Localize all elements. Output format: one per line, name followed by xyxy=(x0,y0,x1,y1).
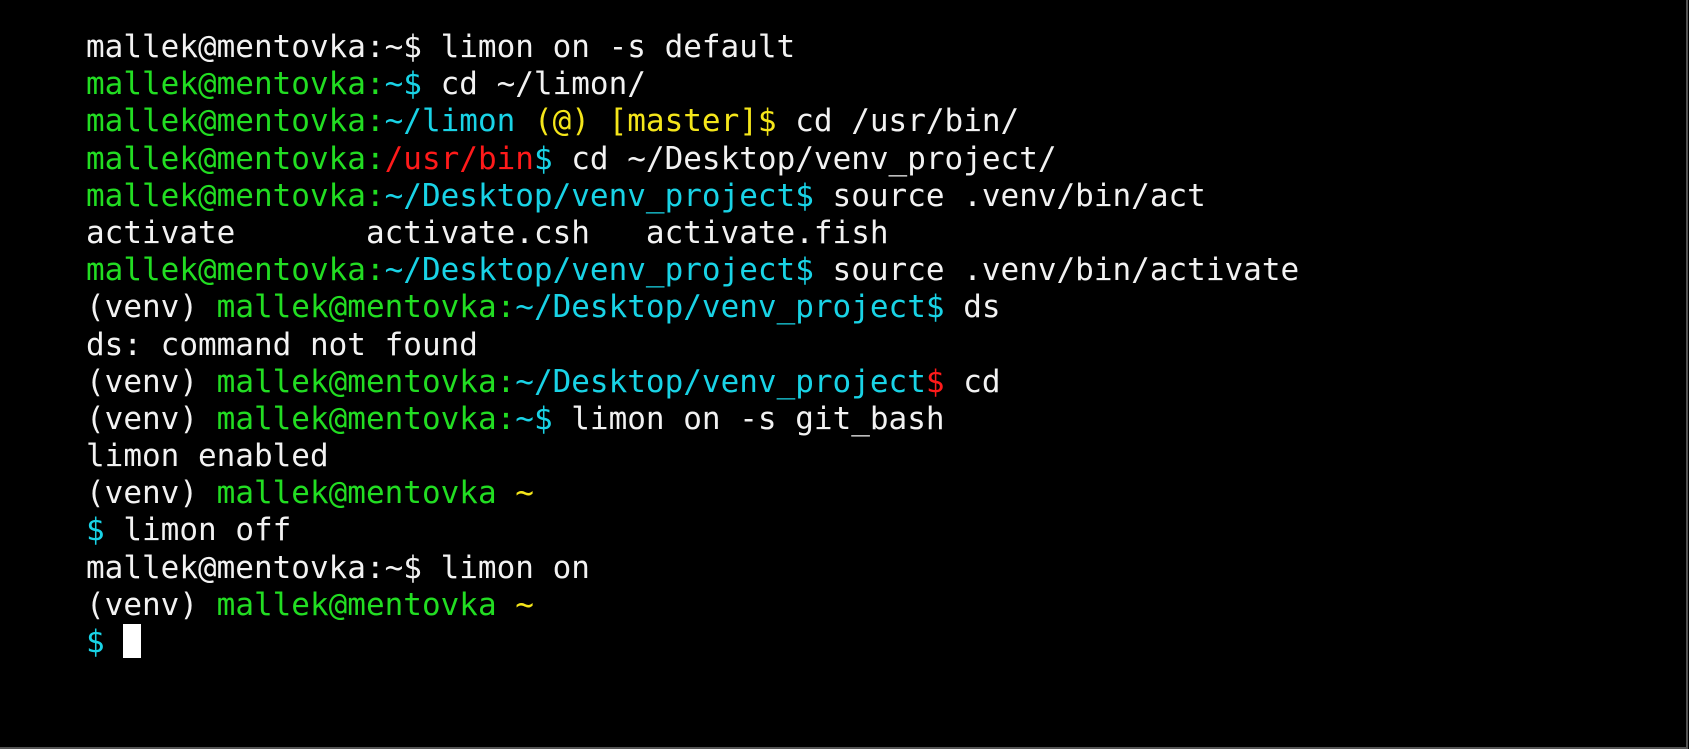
terminal-text-segment: mallek@mentovka: xyxy=(216,289,516,326)
terminal-text-segment: (@) [master]$ xyxy=(533,103,777,140)
terminal-line: mallek@mentovka:/usr/bin$ cd ~/Desktop/v… xyxy=(86,141,1299,178)
terminal-text-segment: mallek@mentovka xyxy=(216,586,516,623)
terminal-line: (venv) mallek@mentovka:~$ limon on -s gi… xyxy=(86,401,1299,438)
terminal-text-segment: ~/limon xyxy=(384,103,534,140)
terminal-line: ds: command not found xyxy=(86,327,1299,364)
terminal-text-segment: ~$ xyxy=(515,400,553,437)
terminal-line: mallek@mentovka:~/limon (@) [master]$ cd… xyxy=(86,103,1299,140)
terminal-text-segment: cd ~/limon/ xyxy=(421,66,646,103)
terminal-line: mallek@mentovka:~$ limon on xyxy=(86,550,1299,587)
terminal-line: mallek@mentovka:~$ cd ~/limon/ xyxy=(86,66,1299,103)
terminal-line: (venv) mallek@mentovka:~/Desktop/venv_pr… xyxy=(86,364,1299,401)
terminal-text-segment: /usr/bin xyxy=(384,140,534,177)
terminal-line: $ xyxy=(86,624,1299,661)
terminal-line: (venv) mallek@mentovka ~ xyxy=(86,475,1299,512)
terminal-text-segment: cd /usr/bin/ xyxy=(776,103,1020,140)
terminal-text-segment: mallek@mentovka: xyxy=(86,252,385,289)
terminal-text-segment: $ xyxy=(925,363,945,400)
terminal-text-segment: ~ xyxy=(515,475,534,512)
terminal-line: $ limon off xyxy=(86,512,1299,549)
terminal-text-segment: cd ~/Desktop/venv_project/ xyxy=(552,140,1057,177)
terminal-text-segment: mallek@mentovka: xyxy=(86,66,385,103)
terminal-text-segment: mallek@mentovka: xyxy=(216,400,516,437)
terminal-text-segment: (venv) xyxy=(86,400,217,437)
terminal-window[interactable]: mallek@mentovka:~$ limon on -s default ma… xyxy=(0,0,1688,749)
terminal-text-segment: $ xyxy=(533,140,553,177)
terminal-text-segment: source .venv/bin/act xyxy=(813,177,1206,214)
terminal-text-segment: (venv) xyxy=(86,363,217,400)
terminal-text-segment: (venv) xyxy=(86,586,217,623)
terminal-line: (venv) mallek@mentovka:~/Desktop/venv_pr… xyxy=(86,289,1299,326)
terminal-text-segment: cd xyxy=(944,363,1001,400)
terminal-line: mallek@mentovka:~/Desktop/venv_project$ … xyxy=(86,178,1299,215)
terminal-line: mallek@mentovka:~/Desktop/venv_project$ … xyxy=(86,252,1299,289)
terminal-text-segment: ~/Desktop/venv_project$ xyxy=(384,252,814,289)
terminal-text-segment: ~$ xyxy=(384,66,422,103)
terminal-text-segment: limon on -s git_bash xyxy=(552,400,945,437)
terminal-text-segment: ds xyxy=(944,289,1001,326)
terminal-line: limon enabled xyxy=(86,438,1299,475)
terminal-text-segment: ~/Desktop/venv_project xyxy=(515,363,926,400)
terminal-text-segment: limon enabled xyxy=(86,438,329,475)
terminal-text-segment: (venv) xyxy=(86,475,217,512)
terminal-text-segment: mallek@mentovka:~$ limon on -s default xyxy=(86,29,796,65)
terminal-line: activate activate.csh activate.fish xyxy=(86,215,1299,252)
terminal-text-segment: source .venv/bin/activate xyxy=(813,252,1300,289)
terminal-line: mallek@mentovka:~$ limon on -s default xyxy=(86,29,1299,66)
terminal-line: (venv) mallek@mentovka ~ xyxy=(86,587,1299,624)
terminal-text-segment: ds: command not found xyxy=(86,326,478,363)
terminal-text-segment: (venv) xyxy=(86,289,217,326)
terminal-text-segment: mallek@mentovka: xyxy=(86,103,385,140)
terminal-text-segment: ~/Desktop/venv_project$ xyxy=(384,177,814,214)
terminal-text-segment: $ xyxy=(86,624,105,660)
terminal-output: mallek@mentovka:~$ limon on -s default ma… xyxy=(86,29,1299,661)
terminal-text-segment: mallek@mentovka: xyxy=(216,363,516,400)
terminal-text-segment: ~/Desktop/venv_project$ xyxy=(515,289,945,326)
terminal-text-segment: mallek@mentovka xyxy=(216,475,516,512)
terminal-text-segment: mallek@mentovka: xyxy=(86,140,385,177)
terminal-text-segment: mallek@mentovka:~$ limon on xyxy=(86,549,590,586)
terminal-text-segment: $ xyxy=(86,512,105,549)
terminal-text-segment: limon off xyxy=(104,512,292,549)
text-cursor xyxy=(123,624,142,658)
terminal-text-segment: ~ xyxy=(515,586,534,623)
terminal-text-segment: activate activate.csh activate.fish xyxy=(86,214,889,251)
terminal-text-segment: mallek@mentovka: xyxy=(86,177,385,214)
